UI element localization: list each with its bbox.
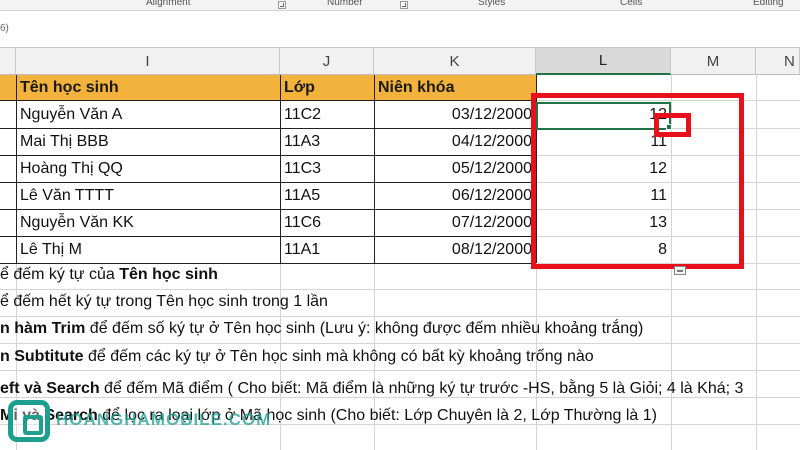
watermark: HOANGHAMOBILE.COM bbox=[0, 396, 300, 446]
alignment-launcher-icon[interactable] bbox=[278, 1, 286, 9]
ribbon-group-cells: Cells bbox=[620, 0, 643, 8]
cell-year-2[interactable]: 04/12/2000 bbox=[374, 129, 536, 155]
cell-year-1[interactable]: 03/12/2000 bbox=[374, 101, 536, 128]
ribbon-group-labels: Alignment Number Styles Cells Editing bbox=[0, 0, 800, 11]
column-header-h[interactable] bbox=[0, 48, 16, 75]
cell-name-6[interactable]: Lê Thị M bbox=[16, 237, 280, 263]
column-header-l[interactable]: L bbox=[536, 48, 671, 75]
cell-class-4[interactable]: 11A5 bbox=[280, 183, 374, 209]
quick-analysis-icon[interactable] bbox=[674, 266, 686, 275]
column-header-i[interactable]: I bbox=[16, 48, 280, 75]
column-header-m[interactable]: M bbox=[671, 48, 756, 75]
highlight-box-results bbox=[531, 93, 744, 269]
column-headers: I J K L M N bbox=[0, 48, 800, 75]
ribbon-group-alignment: Alignment bbox=[146, 0, 191, 8]
cell-class-5[interactable]: 11C6 bbox=[280, 210, 374, 236]
column-header-j[interactable]: J bbox=[280, 48, 374, 75]
note-line-4[interactable]: n Subtitute để đếm các ký tự ở Tên học s… bbox=[0, 348, 594, 366]
note-line-2[interactable]: ể đếm hết ký tự trong Tên học sinh trong… bbox=[0, 293, 328, 311]
cell-name-5[interactable]: Nguyễn Văn KK bbox=[16, 210, 280, 236]
cell-class-1[interactable]: 11C2 bbox=[280, 101, 374, 128]
column-header-n[interactable]: N bbox=[756, 48, 800, 75]
watermark-text: HOANGHAMOBILE.COM bbox=[56, 410, 272, 429]
cell-year-4[interactable]: 06/12/2000 bbox=[374, 183, 536, 209]
header-nien-khoa[interactable]: Niên khóa bbox=[374, 75, 536, 100]
header-lop[interactable]: Lớp bbox=[280, 75, 374, 100]
ribbon-group-editing: Editing bbox=[753, 0, 784, 8]
cell-class-6[interactable]: 11A1 bbox=[280, 237, 374, 263]
cell-name-4[interactable]: Lê Văn TTTT bbox=[16, 183, 280, 209]
cell-name-1[interactable]: Nguyễn Văn A bbox=[16, 101, 280, 128]
column-header-k[interactable]: K bbox=[374, 48, 536, 75]
formula-text: 6) bbox=[0, 23, 9, 34]
ribbon-group-number: Number bbox=[327, 0, 363, 8]
header-ten-hoc-sinh[interactable]: Tên học sinh bbox=[16, 75, 280, 100]
cell-year-5[interactable]: 07/12/2000 bbox=[374, 210, 536, 236]
note-line-1[interactable]: ể đếm ký tự của Tên học sinh bbox=[0, 266, 218, 284]
cell-year-3[interactable]: 05/12/2000 bbox=[374, 156, 536, 182]
cell-year-6[interactable]: 08/12/2000 bbox=[374, 237, 536, 263]
number-launcher-icon[interactable] bbox=[400, 1, 408, 9]
formula-bar[interactable]: 6) bbox=[0, 11, 800, 48]
cell-class-3[interactable]: 11C3 bbox=[280, 156, 374, 182]
cell-name-3[interactable]: Hoàng Thị QQ bbox=[16, 156, 280, 182]
cell-class-2[interactable]: 11A3 bbox=[280, 129, 374, 155]
ribbon-group-styles: Styles bbox=[478, 0, 506, 8]
hoanghamobile-logo-icon bbox=[8, 400, 50, 442]
cell-name-2[interactable]: Mai Thị BBB bbox=[16, 129, 280, 155]
highlight-box-fill-handle bbox=[654, 113, 691, 137]
note-line-3[interactable]: n hàm Trim để đếm số ký tự ở Tên học sin… bbox=[0, 320, 643, 338]
